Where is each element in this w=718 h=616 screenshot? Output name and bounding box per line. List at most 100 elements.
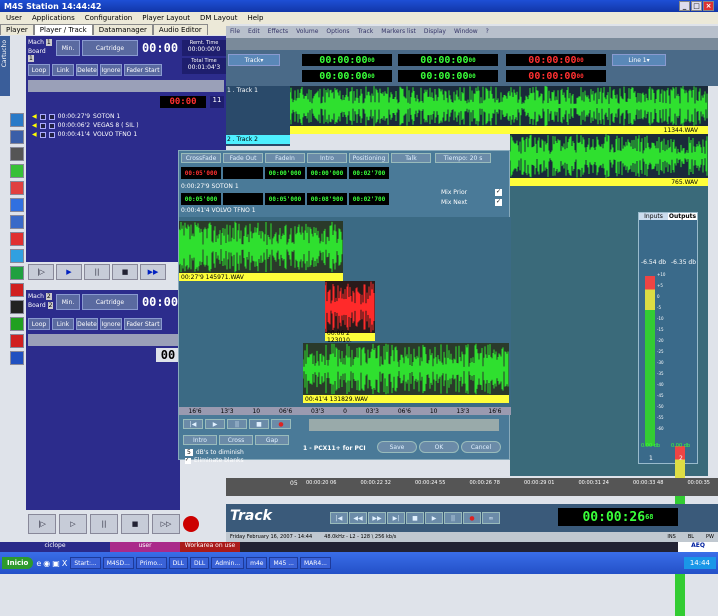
- tool-icon[interactable]: [10, 351, 24, 365]
- menu-item-5[interactable]: Help: [247, 14, 263, 22]
- item-check[interactable]: [39, 122, 46, 129]
- next-button[interactable]: ▶▶: [140, 264, 166, 280]
- track-menu-9[interactable]: ?: [486, 28, 489, 36]
- clip1-waveform[interactable]: [179, 221, 343, 273]
- tool-icon[interactable]: [10, 249, 24, 263]
- minimize-icon[interactable]: _: [679, 1, 690, 11]
- track-menu-8[interactable]: Window: [454, 28, 478, 36]
- tr-loop[interactable]: ∞: [482, 512, 500, 524]
- tr-stop[interactable]: ■: [406, 512, 424, 524]
- track-menu-4[interactable]: Options: [326, 28, 349, 36]
- play2-button[interactable]: ▷: [59, 514, 87, 534]
- rewind2-button[interactable]: |▷: [28, 514, 56, 534]
- track-menu-6[interactable]: Markers list: [381, 28, 416, 36]
- track-menu-5[interactable]: Track: [358, 28, 374, 36]
- stop-button[interactable]: ■: [112, 264, 138, 280]
- task-item-5[interactable]: Admin...: [211, 557, 245, 569]
- cf-stop[interactable]: ■: [249, 419, 269, 429]
- track-selector[interactable]: Track ▾: [228, 54, 280, 66]
- p2-btn-0[interactable]: Loop: [28, 318, 50, 330]
- clip2-waveform[interactable]: [325, 281, 375, 333]
- xf-tab-0[interactable]: CrossFade: [181, 153, 221, 163]
- start-button[interactable]: Inicio: [2, 557, 34, 569]
- tool-icon[interactable]: [10, 181, 24, 195]
- app-tab-3[interactable]: Audio Editor: [152, 24, 208, 35]
- list-item[interactable]: ◀ 00:00:06'2 VEGAS 8 ( SIL ): [32, 121, 222, 130]
- menu-item-3[interactable]: Player Layout: [142, 14, 190, 22]
- tr-end[interactable]: ▶|: [387, 512, 405, 524]
- tool-icon[interactable]: [10, 266, 24, 280]
- track-menu-3[interactable]: Volume: [296, 28, 318, 36]
- xf-mode-0[interactable]: Intro: [183, 435, 217, 445]
- xf-tab-2[interactable]: FadeIn: [265, 153, 305, 163]
- tool-icon[interactable]: [10, 198, 24, 212]
- tool-icon[interactable]: [10, 130, 24, 144]
- record-button[interactable]: [183, 516, 199, 532]
- xf-tab-3[interactable]: Intro: [307, 153, 347, 163]
- task-item-7[interactable]: M45 ...: [269, 557, 298, 569]
- play-button[interactable]: ▶: [56, 264, 82, 280]
- tr-start[interactable]: |◀: [330, 512, 348, 524]
- cf-rewind[interactable]: |◀: [183, 419, 203, 429]
- maximize-icon[interactable]: □: [691, 1, 702, 11]
- task-item-4[interactable]: DLL: [189, 557, 210, 569]
- cartridge-button[interactable]: Cartridge: [82, 40, 138, 56]
- p1-btn-1[interactable]: Link: [52, 64, 74, 76]
- p2-btn-1[interactable]: Link: [52, 318, 74, 330]
- track-menu-2[interactable]: Effects: [268, 28, 288, 36]
- outputs-tab[interactable]: Outputs: [668, 213, 697, 220]
- tool-icon[interactable]: [10, 334, 24, 348]
- track-menu-1[interactable]: Edit: [248, 28, 260, 36]
- tool-icon[interactable]: [10, 300, 24, 314]
- tr-back[interactable]: ◀◀: [349, 512, 367, 524]
- p2-btn-2[interactable]: Delete: [76, 318, 98, 330]
- player2-slider[interactable]: [28, 334, 178, 346]
- tool-icon[interactable]: [10, 164, 24, 178]
- task-item-3[interactable]: DLL: [168, 557, 188, 569]
- tr-pause[interactable]: ||: [444, 512, 462, 524]
- item-check[interactable]: [39, 113, 46, 120]
- task-item-2[interactable]: Primo...: [135, 557, 167, 569]
- cf-record[interactable]: ●: [271, 419, 291, 429]
- clip3-waveform[interactable]: [303, 343, 509, 395]
- save-button[interactable]: Save: [377, 441, 417, 453]
- tr-record[interactable]: ●: [463, 512, 481, 524]
- track-menu-0[interactable]: File: [230, 28, 240, 36]
- cf-play[interactable]: ▶: [205, 419, 225, 429]
- xf-mode-1[interactable]: Cross: [219, 435, 253, 445]
- close-icon[interactable]: ×: [703, 1, 714, 11]
- xf-tab-1[interactable]: Fade Out: [223, 153, 263, 163]
- tr-play[interactable]: ▶: [425, 512, 443, 524]
- cartucho-side-tab[interactable]: Cartucho: [0, 36, 10, 96]
- cartridge2-button[interactable]: Cartridge: [82, 294, 138, 310]
- line-selector[interactable]: Line 1 ▾: [612, 54, 666, 66]
- task-item-6[interactable]: m4e: [246, 557, 268, 569]
- p1-btn-2[interactable]: Delete: [76, 64, 98, 76]
- next2-button[interactable]: ▷▷: [152, 514, 180, 534]
- task-item-1[interactable]: M4SD...: [102, 557, 134, 569]
- rewind-button[interactable]: |▷: [28, 264, 54, 280]
- eliminate-row[interactable]: ✓ Eliminate blanks: [185, 457, 244, 464]
- tool-icon[interactable]: [10, 113, 24, 127]
- p1-btn-0[interactable]: Loop: [28, 64, 50, 76]
- tool-icon[interactable]: [10, 317, 24, 331]
- cf-pause[interactable]: ||: [227, 419, 247, 429]
- tr-fwd[interactable]: ▶▶: [368, 512, 386, 524]
- menu-item-2[interactable]: Configuration: [85, 14, 132, 22]
- item-check[interactable]: [48, 131, 55, 138]
- player1-slider[interactable]: [28, 80, 224, 92]
- xf-tab-5[interactable]: Talk: [391, 153, 431, 163]
- track1-waveform[interactable]: [290, 86, 708, 126]
- min-button[interactable]: Min.: [56, 40, 80, 56]
- tool-icon[interactable]: [10, 215, 24, 229]
- min2-button[interactable]: Min.: [56, 294, 80, 310]
- mix-next-checkbox[interactable]: ✓: [495, 199, 502, 206]
- item-check[interactable]: [39, 131, 46, 138]
- item-check[interactable]: [48, 113, 55, 120]
- app-tab-0[interactable]: Player: [0, 24, 34, 35]
- tool-icon[interactable]: [10, 283, 24, 297]
- app-tab-2[interactable]: Datamanager: [92, 24, 153, 35]
- mix-prior-checkbox[interactable]: ✓: [495, 189, 502, 196]
- xf-tab-4[interactable]: Positioning: [349, 153, 389, 163]
- menu-item-0[interactable]: User: [6, 14, 22, 22]
